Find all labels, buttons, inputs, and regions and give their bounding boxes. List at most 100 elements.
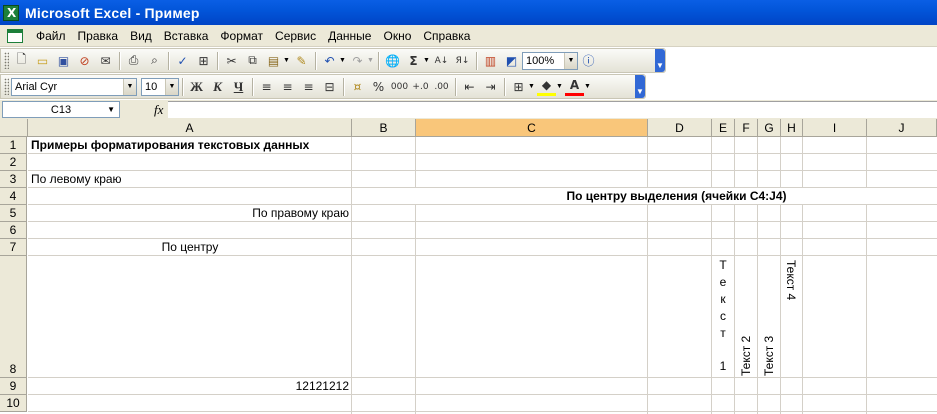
cell-a5[interactable]: По правому краю	[28, 205, 349, 221]
chevron-down-icon[interactable]: ▼	[584, 83, 592, 90]
print-preview-icon[interactable]: ⌕	[145, 51, 164, 70]
align-left-icon[interactable]: ≡	[257, 77, 276, 96]
menu-file[interactable]: Файл	[30, 26, 72, 46]
currency-icon[interactable]: ¤	[348, 77, 367, 96]
column-header-d[interactable]: D	[648, 119, 712, 137]
zoom-select[interactable]: 100% ▼	[522, 51, 578, 70]
row-header-3[interactable]: 3	[0, 171, 27, 188]
chevron-down-icon[interactable]: ▼	[339, 57, 347, 64]
cell-e8-stacked-text[interactable]: Т е к с т 1	[717, 258, 729, 374]
increase-indent-icon[interactable]: ⇥	[481, 77, 500, 96]
thousands-button[interactable]: 000	[390, 77, 409, 96]
redo-icon[interactable]: ↷	[348, 51, 367, 70]
cell-a7[interactable]: По центру	[28, 239, 352, 255]
email-icon[interactable]: ✉	[96, 51, 115, 70]
save-icon[interactable]: ▣	[54, 51, 73, 70]
copy-icon[interactable]: ⧉	[243, 51, 262, 70]
column-header-c[interactable]: C	[416, 119, 648, 137]
cell-a1[interactable]: Примеры форматирования текстовых данных	[31, 137, 309, 153]
row-header-9[interactable]: 9	[0, 378, 27, 395]
align-right-icon[interactable]: ≡	[299, 77, 318, 96]
chevron-down-icon[interactable]: ▼	[283, 57, 291, 64]
help-icon[interactable]: ⓘ	[579, 51, 598, 70]
increase-decimal-icon[interactable]: +.0	[411, 77, 430, 96]
chevron-down-icon[interactable]: ▼	[165, 78, 178, 95]
menu-help[interactable]: Справка	[417, 26, 476, 46]
new-icon[interactable]: 🗋	[12, 51, 31, 70]
print-icon[interactable]: ⎙	[124, 51, 143, 70]
chevron-down-icon[interactable]: ▼	[123, 78, 136, 95]
borders-icon[interactable]: ⊞	[509, 77, 528, 96]
chart-wizard-icon[interactable]: ▥	[481, 51, 500, 70]
cell-g8[interactable]: Текст 3	[762, 336, 776, 376]
align-center-icon[interactable]: ≡	[278, 77, 297, 96]
column-header-i[interactable]: I	[803, 119, 867, 137]
toolbar-grip[interactable]	[4, 78, 9, 95]
cell-f8[interactable]: Текст 2	[739, 336, 753, 376]
font-color-icon[interactable]: A	[565, 77, 584, 96]
menu-format[interactable]: Формат	[214, 26, 269, 46]
autosum-icon[interactable]: Σ	[404, 51, 423, 70]
drawing-icon[interactable]: ◩	[502, 51, 521, 70]
menu-tools[interactable]: Сервис	[269, 26, 322, 46]
sort-ascending-icon[interactable]: A↓	[432, 51, 451, 70]
chevron-down-icon[interactable]: ▼	[528, 83, 536, 90]
column-header-g[interactable]: G	[758, 119, 781, 137]
hyperlink-icon[interactable]: 🌐	[383, 51, 402, 70]
column-header-e[interactable]: E	[712, 119, 735, 137]
chevron-down-icon[interactable]: ▼	[367, 57, 375, 64]
cell-c4[interactable]: По центру выделения (ячейки C4:J4)	[416, 188, 937, 204]
chevron-down-icon[interactable]: ▼	[564, 52, 577, 69]
percent-button[interactable]: %	[369, 77, 388, 96]
insert-function-icon[interactable]: fx	[154, 102, 163, 118]
row-header-2[interactable]: 2	[0, 154, 27, 171]
menu-window[interactable]: Окно	[377, 26, 417, 46]
menu-insert[interactable]: Вставка	[158, 26, 215, 46]
research-icon[interactable]: ⊞	[194, 51, 213, 70]
cell-a3[interactable]: По левому краю	[31, 171, 122, 187]
format-painter-icon[interactable]: ✎	[292, 51, 311, 70]
column-header-h[interactable]: H	[781, 119, 803, 137]
decrease-decimal-icon[interactable]: .00	[432, 77, 451, 96]
bold-button[interactable]: Ж	[187, 77, 206, 96]
formula-input[interactable]	[168, 101, 937, 118]
menu-data[interactable]: Данные	[322, 26, 377, 46]
underline-button[interactable]: Ч	[229, 77, 248, 96]
row-header-8[interactable]: 8	[0, 256, 27, 378]
column-header-j[interactable]: J	[867, 119, 937, 137]
cell-a9[interactable]: 12121212	[28, 378, 349, 394]
sort-descending-icon[interactable]: Я↓	[453, 51, 472, 70]
chevron-down-icon[interactable]: ▼	[107, 105, 115, 114]
undo-icon[interactable]: ↶	[320, 51, 339, 70]
column-header-b[interactable]: B	[352, 119, 416, 137]
spelling-icon[interactable]: ✓	[173, 51, 192, 70]
menu-edit[interactable]: Правка	[72, 26, 125, 46]
workbook-icon[interactable]	[4, 27, 26, 45]
merge-center-icon[interactable]: ⊟	[320, 77, 339, 96]
row-header-6[interactable]: 6	[0, 222, 27, 239]
permission-icon[interactable]: ⊘	[75, 51, 94, 70]
fill-color-icon[interactable]: ◆	[537, 77, 556, 96]
menu-view[interactable]: Вид	[124, 26, 158, 46]
decrease-indent-icon[interactable]: ⇤	[460, 77, 479, 96]
cell-h8[interactable]: Текст 4	[784, 260, 798, 300]
toolbar-options-icon[interactable]: ▼	[655, 49, 665, 72]
name-box[interactable]: C13 ▼	[2, 101, 120, 118]
font-size-select[interactable]: 10 ▼	[141, 77, 179, 96]
toolbar-options-icon[interactable]: ▼	[635, 75, 645, 98]
row-header-1[interactable]: 1	[0, 137, 27, 154]
row-header-4[interactable]: 4	[0, 188, 27, 205]
select-all-corner[interactable]	[0, 119, 28, 137]
open-icon[interactable]: ▭	[33, 51, 52, 70]
chevron-down-icon[interactable]: ▼	[556, 83, 564, 90]
row-header-7[interactable]: 7	[0, 239, 27, 256]
cut-icon[interactable]: ✂	[222, 51, 241, 70]
row-header-10[interactable]: 10	[0, 395, 27, 412]
column-header-f[interactable]: F	[735, 119, 758, 137]
paste-icon[interactable]: ▤	[264, 51, 283, 70]
column-header-a[interactable]: A	[28, 119, 352, 137]
chevron-down-icon[interactable]: ▼	[423, 57, 431, 64]
font-select[interactable]: Arial Cyr ▼	[11, 77, 137, 96]
row-header-5[interactable]: 5	[0, 205, 27, 222]
toolbar-grip[interactable]	[4, 52, 9, 69]
